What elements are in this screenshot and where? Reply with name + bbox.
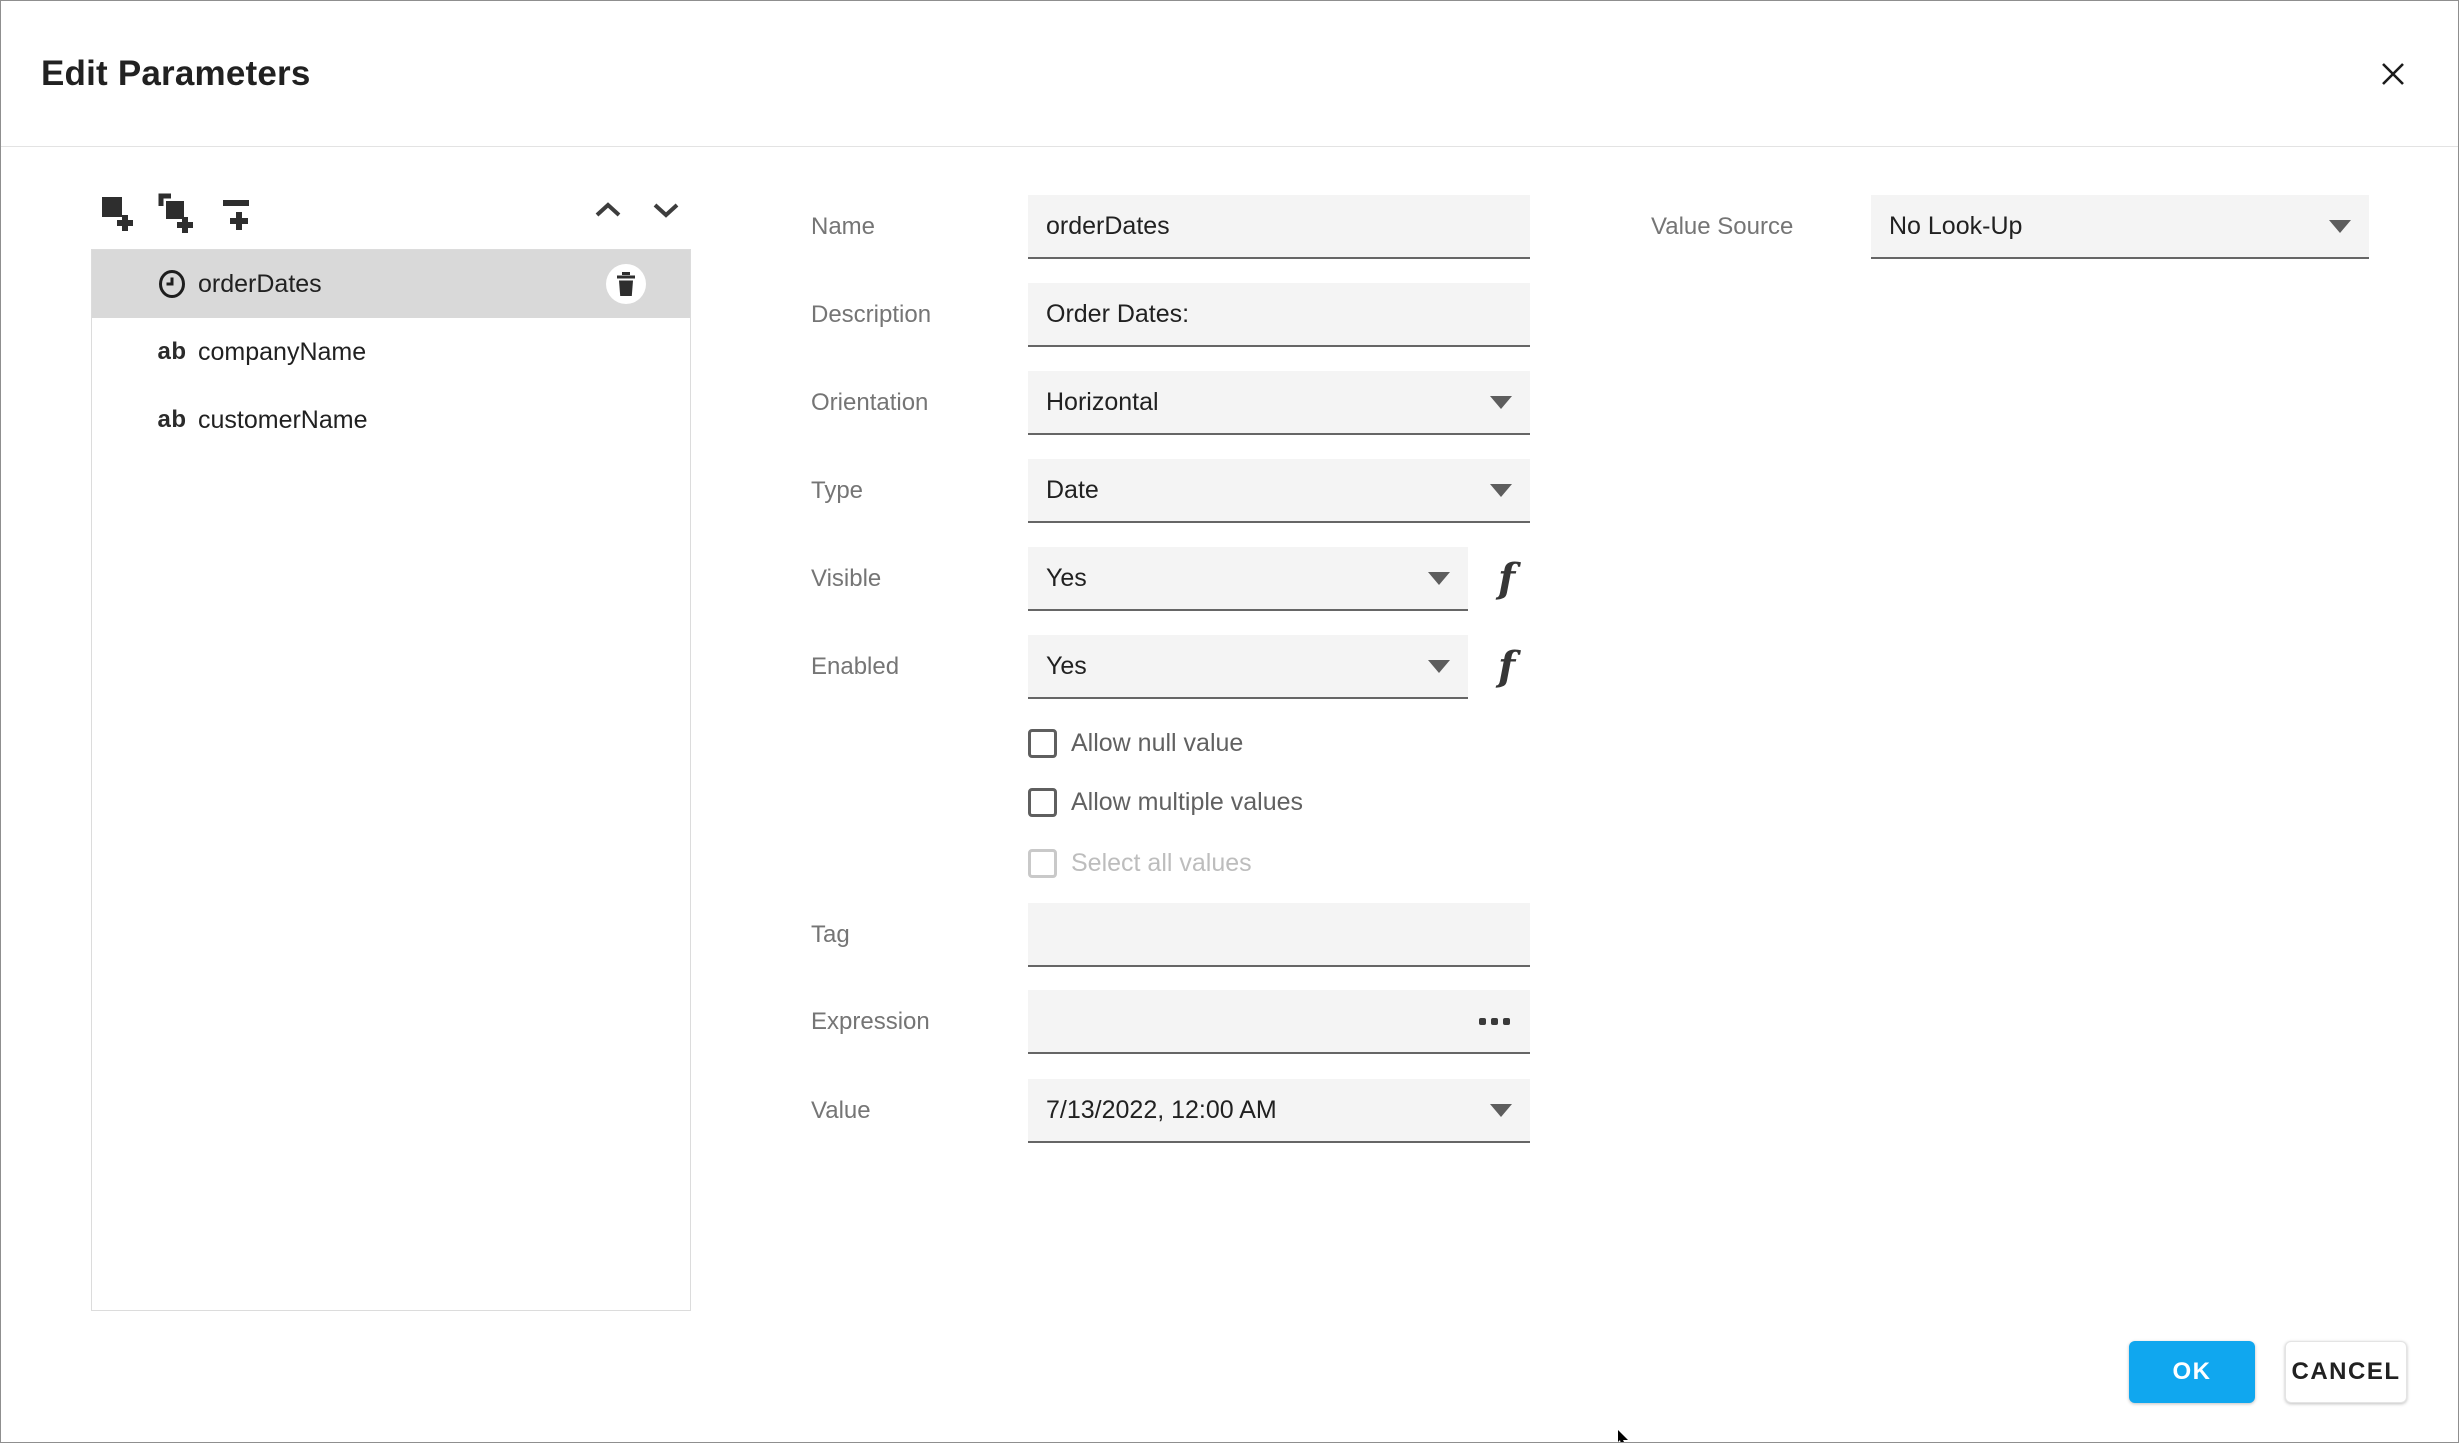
expression-label: Expression bbox=[811, 1008, 930, 1035]
enabled-label: Enabled bbox=[811, 653, 900, 680]
dropdown-arrow-icon bbox=[1490, 1103, 1512, 1117]
chevron-up-icon bbox=[595, 202, 621, 217]
tag-label: Tag bbox=[811, 921, 850, 948]
add-parameter-button[interactable] bbox=[99, 192, 139, 236]
value-label: Value bbox=[811, 1097, 871, 1124]
move-up-button[interactable] bbox=[593, 200, 623, 225]
select-all-values-checkbox: Select all values bbox=[1028, 846, 1252, 880]
type-select[interactable]: Date bbox=[1028, 459, 1530, 523]
dropdown-arrow-icon bbox=[1428, 571, 1450, 585]
add-parameter-group-button[interactable] bbox=[155, 192, 195, 236]
visible-expression-icon[interactable]: f bbox=[1498, 559, 1515, 599]
type-row: Type Date bbox=[811, 459, 1530, 523]
value-select[interactable]: 7/13/2022, 12:00 AM bbox=[1028, 1079, 1530, 1143]
parameter-name: customerName bbox=[198, 405, 368, 434]
string-parameter-icon: ab bbox=[157, 406, 187, 433]
description-input[interactable]: Order Dates: bbox=[1028, 283, 1530, 347]
parameter-row-customerName[interactable]: ab customerName bbox=[92, 386, 690, 454]
orientation-select[interactable]: Horizontal bbox=[1028, 371, 1530, 435]
checkbox-icon bbox=[1028, 728, 1057, 758]
enabled-expression-icon[interactable]: f bbox=[1498, 647, 1515, 687]
tag-row: Tag bbox=[811, 903, 1530, 967]
allow-multiple-values-checkbox[interactable]: Allow multiple values bbox=[1028, 785, 1303, 819]
name-label: Name bbox=[811, 213, 876, 240]
type-label: Type bbox=[811, 477, 864, 504]
dropdown-arrow-icon bbox=[1490, 483, 1512, 497]
dropdown-arrow-icon bbox=[1428, 659, 1450, 673]
trash-icon bbox=[617, 272, 635, 296]
tag-input[interactable] bbox=[1028, 903, 1530, 967]
parameter-row-orderDates[interactable]: orderDates bbox=[92, 250, 690, 318]
parameter-row-companyName[interactable]: ab companyName bbox=[92, 318, 690, 386]
edit-parameters-dialog: Edit Parameters orderDates ab companyNam… bbox=[0, 0, 2459, 1443]
ok-button[interactable]: OK bbox=[2129, 1341, 2255, 1403]
add-separator-button[interactable] bbox=[219, 192, 259, 236]
dropdown-arrow-icon bbox=[2329, 219, 2351, 233]
value-source-select[interactable]: No Look-Up bbox=[1871, 195, 2369, 259]
visible-row: Visible Yes f bbox=[811, 547, 1515, 611]
close-icon bbox=[2382, 63, 2404, 85]
add-separator-icon bbox=[223, 200, 249, 230]
move-down-button[interactable] bbox=[651, 200, 681, 225]
value-source-row: Value Source No Look-Up bbox=[1651, 195, 2369, 259]
expression-row: Expression bbox=[811, 990, 1530, 1054]
checkbox-icon bbox=[1028, 848, 1057, 878]
value-row: Value 7/13/2022, 12:00 AM bbox=[811, 1079, 1530, 1143]
orientation-row: Orientation Horizontal bbox=[811, 371, 1530, 435]
mouse-cursor bbox=[1618, 1430, 1628, 1442]
add-parameter-group-icon bbox=[158, 193, 193, 233]
clock-icon bbox=[156, 268, 188, 300]
visible-select[interactable]: Yes bbox=[1028, 547, 1468, 611]
name-input[interactable]: orderDates bbox=[1028, 195, 1530, 259]
parameter-list-toolbar bbox=[91, 184, 691, 244]
description-label: Description bbox=[811, 301, 932, 328]
orientation-label: Orientation bbox=[811, 389, 929, 416]
enabled-select[interactable]: Yes bbox=[1028, 635, 1468, 699]
dialog-header: Edit Parameters bbox=[1, 1, 2458, 147]
cancel-button[interactable]: CANCEL bbox=[2285, 1341, 2407, 1403]
description-row: Description Order Dates: bbox=[811, 283, 1530, 347]
checkbox-icon bbox=[1028, 787, 1057, 817]
close-button[interactable] bbox=[2372, 53, 2414, 95]
dropdown-arrow-icon bbox=[1490, 395, 1512, 409]
expression-input[interactable] bbox=[1028, 990, 1530, 1054]
parameter-name: orderDates bbox=[198, 269, 322, 298]
chevron-down-icon bbox=[653, 203, 679, 218]
string-parameter-icon: ab bbox=[157, 338, 187, 365]
name-row: Name orderDates bbox=[811, 195, 1530, 259]
enabled-row: Enabled Yes f bbox=[811, 635, 1515, 699]
parameter-list: orderDates ab companyName ab customerNam… bbox=[91, 249, 691, 1311]
add-parameter-icon bbox=[102, 197, 133, 231]
visible-label: Visible bbox=[811, 565, 882, 592]
parameter-name: companyName bbox=[198, 337, 367, 366]
value-source-label: Value Source bbox=[1651, 213, 1794, 240]
delete-parameter-button[interactable] bbox=[606, 264, 646, 304]
allow-null-value-checkbox[interactable]: Allow null value bbox=[1028, 726, 1243, 760]
dialog-title: Edit Parameters bbox=[41, 54, 311, 93]
expression-editor-button[interactable] bbox=[1477, 1012, 1512, 1031]
